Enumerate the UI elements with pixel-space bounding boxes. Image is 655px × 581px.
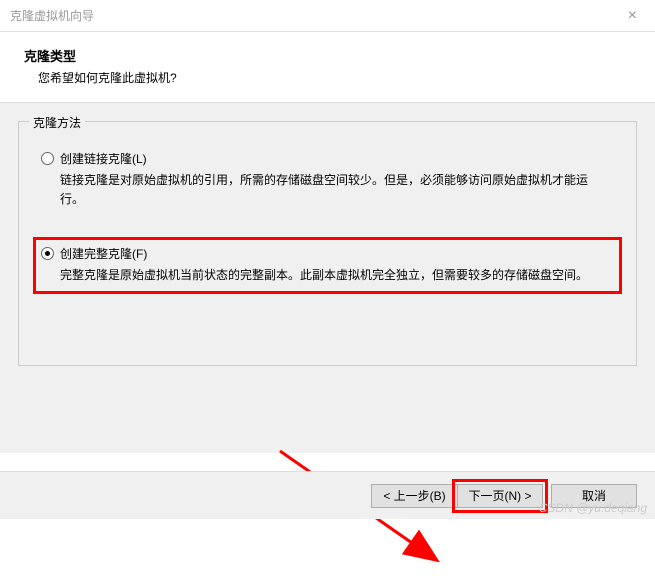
button-bar: < 上一步(B) 下一页(N) > 取消 (0, 471, 655, 519)
radio-row-linked[interactable]: 创建链接克隆(L) (41, 150, 614, 167)
option-full-clone: 创建完整克隆(F) 完整克隆是原始虚拟机当前状态的完整副本。此副本虚拟机完全独立… (33, 237, 622, 293)
option-desc-linked: 链接克隆是对原始虚拟机的引用，所需的存储磁盘空间较少。但是，必须能够访问原始虚拟… (41, 171, 601, 209)
clone-method-fieldset: 克隆方法 创建链接克隆(L) 链接克隆是对原始虚拟机的引用，所需的存储磁盘空间较… (18, 121, 637, 366)
nav-button-group: < 上一步(B) 下一页(N) > (371, 484, 543, 508)
back-button[interactable]: < 上一步(B) (371, 484, 457, 508)
radio-label-full[interactable]: 创建完整克隆(F) (60, 245, 147, 262)
option-linked-clone: 创建链接克隆(L) 链接克隆是对原始虚拟机的引用，所需的存储磁盘空间较少。但是，… (33, 142, 622, 217)
radio-row-full[interactable]: 创建完整克隆(F) (41, 245, 614, 262)
fieldset-legend: 克隆方法 (29, 114, 85, 131)
titlebar: 克隆虚拟机向导 × (0, 0, 655, 32)
option-desc-full: 完整克隆是原始虚拟机当前状态的完整副本。此副本虚拟机完全独立，但需要较多的存储磁… (41, 266, 601, 285)
wizard-header: 克隆类型 您希望如何克隆此虚拟机? (0, 32, 655, 103)
page-title: 克隆类型 (24, 46, 631, 65)
wizard-content: 克隆方法 创建链接克隆(L) 链接克隆是对原始虚拟机的引用，所需的存储磁盘空间较… (0, 103, 655, 453)
page-subtitle: 您希望如何克隆此虚拟机? (24, 69, 631, 86)
next-button[interactable]: 下一页(N) > (457, 484, 543, 508)
window-title: 克隆虚拟机向导 (10, 7, 94, 24)
cancel-button[interactable]: 取消 (551, 484, 637, 508)
radio-full-clone[interactable] (41, 247, 54, 260)
close-icon[interactable]: × (622, 5, 643, 27)
radio-label-linked[interactable]: 创建链接克隆(L) (60, 150, 147, 167)
radio-linked-clone[interactable] (41, 152, 54, 165)
